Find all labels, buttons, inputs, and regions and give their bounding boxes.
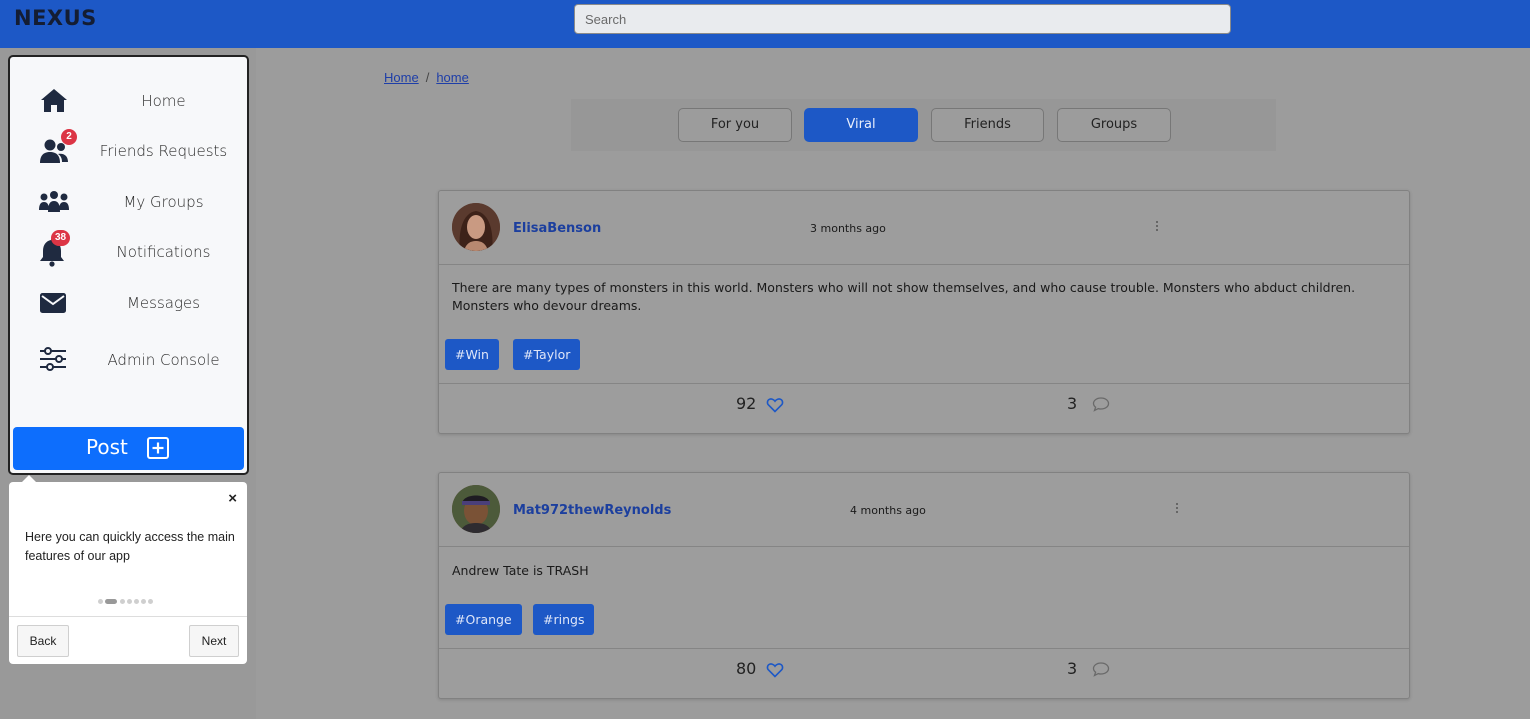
search-input[interactable] xyxy=(574,4,1231,34)
post-timestamp: 3 months ago xyxy=(810,222,886,235)
tour-arrow xyxy=(22,475,36,482)
tab-groups[interactable]: Groups xyxy=(1057,108,1171,142)
sidebar-item-friends-requests[interactable]: 2 Friends Requests xyxy=(10,129,247,171)
tour-dot[interactable] xyxy=(148,599,153,604)
app-logo[interactable]: NEXUS xyxy=(14,6,97,30)
like-count: 92 xyxy=(736,394,757,413)
avatar[interactable] xyxy=(452,485,500,533)
tour-dot-active[interactable] xyxy=(105,599,117,604)
sidebar: Home 2 Friends Requests My Groups 38 Not… xyxy=(8,55,249,475)
sidebar-item-my-groups[interactable]: My Groups xyxy=(10,182,247,222)
tab-friends[interactable]: Friends xyxy=(931,108,1044,142)
tab-viral[interactable]: Viral xyxy=(804,108,918,142)
post-header: ElisaBenson 3 months ago xyxy=(439,191,1409,265)
tour-back-button[interactable]: Back xyxy=(17,625,69,657)
post-button[interactable]: Post xyxy=(13,427,244,470)
breadcrumb-separator: / xyxy=(425,70,430,85)
notifications-badge: 38 xyxy=(51,230,71,246)
tour-popover: × Here you can quickly access the main f… xyxy=(9,475,247,664)
groups-icon xyxy=(39,191,69,212)
tour-dot[interactable] xyxy=(127,599,132,604)
sidebar-item-home[interactable]: Home xyxy=(10,81,247,121)
breadcrumb-current-link[interactable]: home xyxy=(436,70,469,85)
tour-close-button[interactable]: × xyxy=(228,490,237,507)
avatar-image xyxy=(452,203,500,251)
like-count: 80 xyxy=(736,659,757,678)
home-icon xyxy=(41,89,67,112)
friends-requests-badge: 2 xyxy=(61,129,77,145)
post-header: Mat972thewReynolds 4 months ago xyxy=(439,473,1409,547)
sidebar-item-label: Notifications xyxy=(116,243,211,261)
comment-count: 3 xyxy=(1067,394,1078,413)
post-footer: 80 3 xyxy=(439,648,1409,698)
sidebar-item-notifications[interactable]: 38 Notifications xyxy=(10,230,247,272)
top-navbar: NEXUS xyxy=(0,0,1530,48)
post-tag[interactable]: #Taylor xyxy=(513,339,581,370)
post-card: ElisaBenson 3 months ago There are many … xyxy=(438,190,1410,434)
sidebar-item-label: Messages xyxy=(126,294,201,312)
sidebar-item-admin-console[interactable]: Admin Console xyxy=(10,340,247,380)
sliders-icon xyxy=(40,347,66,371)
post-footer: 92 3 xyxy=(439,383,1409,433)
post-username[interactable]: ElisaBenson xyxy=(513,221,601,236)
tour-dot[interactable] xyxy=(120,599,125,604)
tour-dot[interactable] xyxy=(141,599,146,604)
sidebar-item-label: Home xyxy=(141,92,186,110)
post-menu-icon[interactable] xyxy=(1152,217,1162,237)
tour-next-button[interactable]: Next xyxy=(189,625,239,657)
post-text: There are many types of monsters in this… xyxy=(452,280,1356,313)
breadcrumb-home-link[interactable]: Home xyxy=(384,70,419,85)
plus-square-icon xyxy=(147,437,169,459)
post-tag[interactable]: #Win xyxy=(445,339,499,370)
comment-count: 3 xyxy=(1067,659,1078,678)
post-tag[interactable]: #rings xyxy=(533,604,595,635)
post-menu-icon[interactable] xyxy=(1172,499,1182,519)
comment-icon[interactable] xyxy=(1092,395,1110,413)
post-timestamp: 4 months ago xyxy=(850,504,926,517)
heart-icon[interactable] xyxy=(766,396,784,414)
tab-for-you[interactable]: For you xyxy=(678,108,792,142)
post-username[interactable]: Mat972thewReynolds xyxy=(513,503,671,518)
heart-icon[interactable] xyxy=(766,661,784,679)
tour-dot[interactable] xyxy=(134,599,139,604)
post-card: Mat972thewReynolds 4 months ago Andrew T… xyxy=(438,472,1410,699)
post-tag[interactable]: #Orange xyxy=(445,604,522,635)
tour-divider xyxy=(9,616,247,617)
envelope-icon xyxy=(40,293,66,313)
sidebar-item-messages[interactable]: Messages xyxy=(10,283,247,323)
sidebar-item-label: Friends Requests xyxy=(99,142,228,160)
post-text: Andrew Tate is TRASH xyxy=(452,563,589,578)
tour-text: Here you can quickly access the main fea… xyxy=(25,530,235,563)
breadcrumb: Home / home xyxy=(384,70,469,85)
comment-icon[interactable] xyxy=(1092,660,1110,678)
sidebar-item-label: My Groups xyxy=(123,193,204,211)
tour-dot[interactable] xyxy=(98,599,103,604)
avatar[interactable] xyxy=(452,203,500,251)
post-button-label: Post xyxy=(86,435,128,459)
sidebar-item-label: Admin Console xyxy=(107,351,220,369)
avatar-image xyxy=(452,485,500,533)
